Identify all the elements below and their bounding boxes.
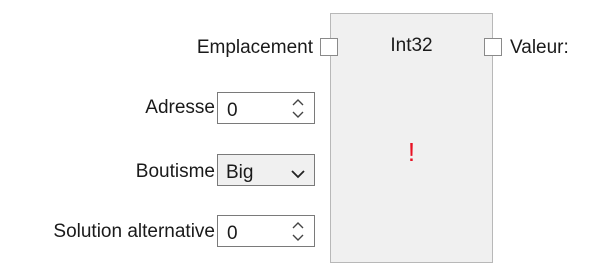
solution-alternative-spinbox[interactable]: 0 [217, 215, 315, 247]
chevron-down-icon [291, 166, 305, 184]
valeur-output-port[interactable] [484, 38, 502, 56]
emplacement-label: Emplacement [196, 37, 313, 58]
solution-alternative-label: Solution alternative [53, 221, 215, 242]
chevron-up-icon[interactable] [292, 221, 304, 229]
warning-icon: ! [407, 137, 416, 167]
valeur-label: Valeur: [510, 37, 569, 58]
chevron-down-icon[interactable] [292, 234, 304, 242]
adresse-spinbox[interactable]: 0 [217, 92, 315, 124]
node-title: Int32 [390, 35, 433, 56]
solution-alternative-value: 0 [227, 223, 238, 244]
boutisme-label: Boutisme [135, 161, 215, 182]
int32-node[interactable]: Int32 ! [330, 13, 493, 263]
boutisme-value: Big [226, 162, 254, 183]
adresse-label: Adresse [145, 97, 215, 118]
boutisme-select[interactable]: Big [217, 154, 315, 186]
chevron-up-icon[interactable] [292, 98, 304, 106]
adresse-value: 0 [227, 100, 238, 121]
chevron-down-icon[interactable] [292, 111, 304, 119]
emplacement-input-port[interactable] [320, 38, 338, 56]
